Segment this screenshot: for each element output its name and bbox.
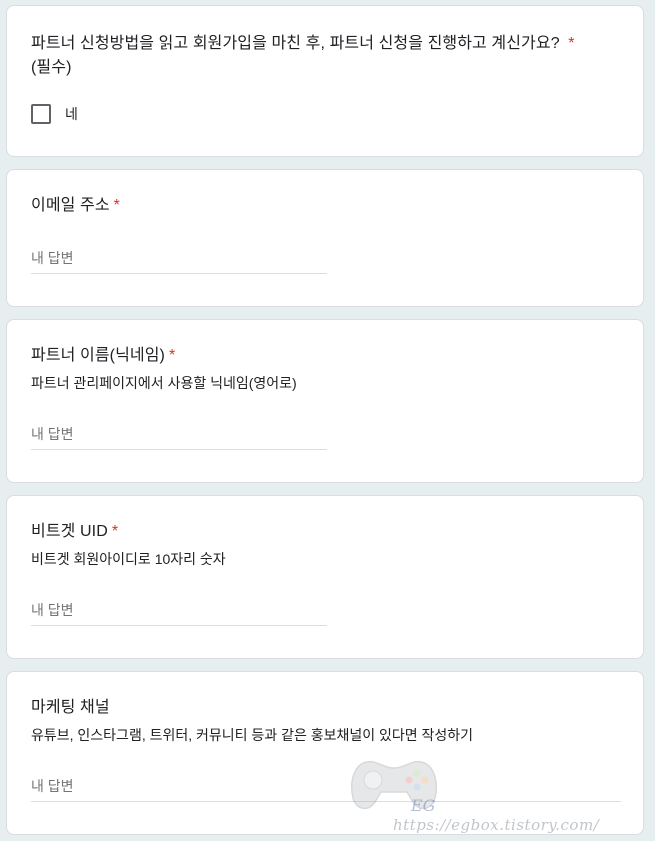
question-title: 이메일 주소 *: [31, 194, 623, 218]
required-asterisk: *: [168, 347, 176, 364]
required-asterisk: *: [111, 523, 119, 540]
required-asterisk: *: [568, 35, 575, 52]
uid-answer-input[interactable]: 내 답변: [31, 594, 327, 626]
question-title-line2: (필수): [31, 59, 72, 76]
answer-placeholder: 내 답변: [31, 250, 74, 266]
question-card-marketing-channel: 마케팅 채널 유튜브, 인스타그램, 트위터, 커뮤니티 등과 같은 홍보채널이…: [6, 671, 644, 835]
partner-name-answer-input[interactable]: 내 답변: [31, 418, 327, 450]
question-title-text: 이메일 주소: [31, 197, 110, 214]
question-title-line1: 파트너 신청방법을 읽고 회원가입을 마친 후, 파트너 신청을 진행하고 계신…: [31, 35, 575, 52]
email-answer-input[interactable]: 내 답변: [31, 242, 327, 274]
question-title: 마케팅 채널: [31, 696, 623, 720]
question-description: 파트너 관리페이지에서 사용할 닉네임(영어로): [31, 375, 297, 391]
question-title: 파트너 신청방법을 읽고 회원가입을 마친 후, 파트너 신청을 진행하고 계신…: [31, 32, 623, 80]
question-title: 파트너 이름(닉네임) *: [31, 344, 623, 368]
checkbox[interactable]: [31, 104, 51, 124]
question-description: 비트겟 회원아이디로 10자리 숫자: [31, 551, 226, 567]
checkbox-label: 네: [65, 106, 78, 122]
marketing-answer-input[interactable]: 내 답변: [31, 770, 621, 802]
question-title: 비트겟 UID *: [31, 520, 623, 544]
question-title-text: 파트너 이름(닉네임): [31, 347, 165, 364]
answer-placeholder: 내 답변: [31, 778, 74, 794]
question-card-partner-name: 파트너 이름(닉네임) * 파트너 관리페이지에서 사용할 닉네임(영어로) 내 …: [6, 319, 644, 483]
question-title-text: 마케팅 채널: [31, 699, 110, 716]
checkbox-option-yes[interactable]: 네: [31, 102, 78, 126]
question-card-bitget-uid: 비트겟 UID * 비트겟 회원아이디로 10자리 숫자 내 답변: [6, 495, 644, 659]
question-card-email: 이메일 주소 * 내 답변: [6, 169, 644, 307]
answer-placeholder: 내 답변: [31, 602, 74, 618]
question-description: 유튜브, 인스타그램, 트위터, 커뮤니티 등과 같은 홍보채널이 있다면 작성…: [31, 727, 474, 743]
question-card-partner-confirm: 파트너 신청방법을 읽고 회원가입을 마친 후, 파트너 신청을 진행하고 계신…: [6, 5, 644, 157]
question-title-text: 비트겟 UID: [31, 523, 108, 540]
answer-placeholder: 내 답변: [31, 426, 74, 442]
required-asterisk: *: [113, 197, 120, 214]
